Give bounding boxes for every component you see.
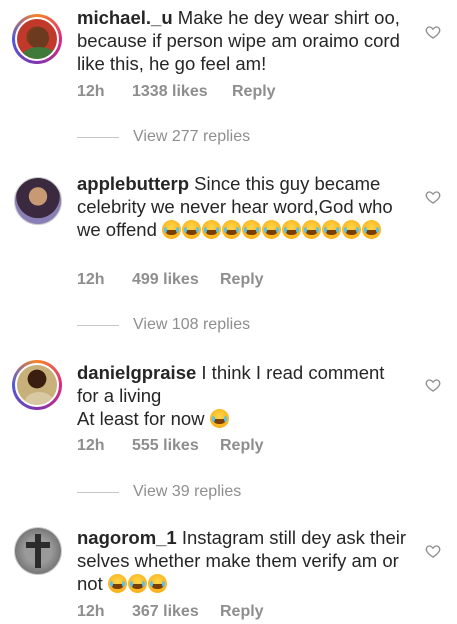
replies-divider <box>77 324 119 326</box>
comment-meta: 12h 367 likes Reply <box>77 603 264 621</box>
emoji-group <box>162 219 382 240</box>
tears-of-joy-emoji <box>282 220 302 239</box>
comment-item: applebutterp Since this guy became celeb… <box>0 165 457 335</box>
tears-of-joy-emoji <box>262 220 282 239</box>
reply-button[interactable]: Reply <box>220 437 264 455</box>
tears-of-joy-emoji <box>362 220 382 239</box>
tears-of-joy-emoji <box>242 220 262 239</box>
comment-username[interactable]: danielgpraise <box>77 362 196 383</box>
comment-likes[interactable]: 555 likes <box>132 437 220 455</box>
avatar[interactable] <box>12 360 62 410</box>
comment-item: danielgpraise I think I read comment for… <box>0 353 457 508</box>
avatar[interactable] <box>14 177 62 225</box>
tears-of-joy-emoji <box>127 574 147 593</box>
comment-text: michael._u Make he dey wear shirt oo, be… <box>77 6 407 75</box>
like-heart-icon[interactable] <box>425 24 441 40</box>
emoji-group <box>107 573 168 594</box>
like-heart-icon[interactable] <box>425 543 441 559</box>
reply-button[interactable]: Reply <box>232 83 276 101</box>
comment-likes[interactable]: 367 likes <box>132 603 220 621</box>
tears-of-joy-emoji <box>302 220 322 239</box>
replies-divider <box>77 491 119 493</box>
tears-of-joy-emoji <box>202 220 222 239</box>
replies-divider <box>77 136 119 138</box>
comment-text: danielgpraise I think I read comment for… <box>77 361 407 430</box>
tears-of-joy-emoji <box>342 220 362 239</box>
comment-text: applebutterp Since this guy became celeb… <box>77 172 407 241</box>
tears-of-joy-emoji <box>147 574 167 593</box>
view-replies-label[interactable]: View 277 replies <box>133 128 250 146</box>
comment-meta: 12h 1338 likes Reply <box>77 83 276 101</box>
comment-time: 12h <box>77 603 105 620</box>
view-replies-label[interactable]: View 108 replies <box>133 316 250 334</box>
tears-of-joy-emoji <box>322 220 342 239</box>
comment-time: 12h <box>77 83 105 100</box>
comment-username[interactable]: applebutterp <box>77 173 189 194</box>
like-heart-icon[interactable] <box>425 189 441 205</box>
like-heart-icon[interactable] <box>425 377 441 393</box>
view-replies-button[interactable]: View 39 replies <box>77 483 241 501</box>
comment-time: 12h <box>77 271 105 288</box>
avatar[interactable] <box>14 527 62 575</box>
comment-username[interactable]: nagorom_1 <box>77 527 177 548</box>
comment-meta: 12h 499 likes Reply <box>77 271 264 289</box>
reply-button[interactable]: Reply <box>220 603 264 621</box>
tears-of-joy-emoji <box>209 409 229 428</box>
comment-text: nagorom_1 Instagram still dey ask their … <box>77 526 407 595</box>
tears-of-joy-emoji <box>107 574 127 593</box>
comment-username[interactable]: michael._u <box>77 7 173 28</box>
tears-of-joy-emoji <box>162 220 182 239</box>
comment-meta: 12h 555 likes Reply <box>77 437 264 455</box>
avatar[interactable] <box>12 14 62 64</box>
comment-item: nagorom_1 Instagram still dey ask their … <box>0 519 457 624</box>
tears-of-joy-emoji <box>182 220 202 239</box>
comment-likes[interactable]: 1338 likes <box>132 83 232 101</box>
comment-likes[interactable]: 499 likes <box>132 271 220 289</box>
reply-button[interactable]: Reply <box>220 271 264 289</box>
comment-item: michael._u Make he dey wear shirt oo, be… <box>0 0 457 160</box>
view-replies-label[interactable]: View 39 replies <box>133 483 241 501</box>
tears-of-joy-emoji <box>222 220 242 239</box>
comment-body-line2: At least for now <box>77 408 205 429</box>
view-replies-button[interactable]: View 108 replies <box>77 316 250 334</box>
comment-time: 12h <box>77 437 105 454</box>
view-replies-button[interactable]: View 277 replies <box>77 128 250 146</box>
